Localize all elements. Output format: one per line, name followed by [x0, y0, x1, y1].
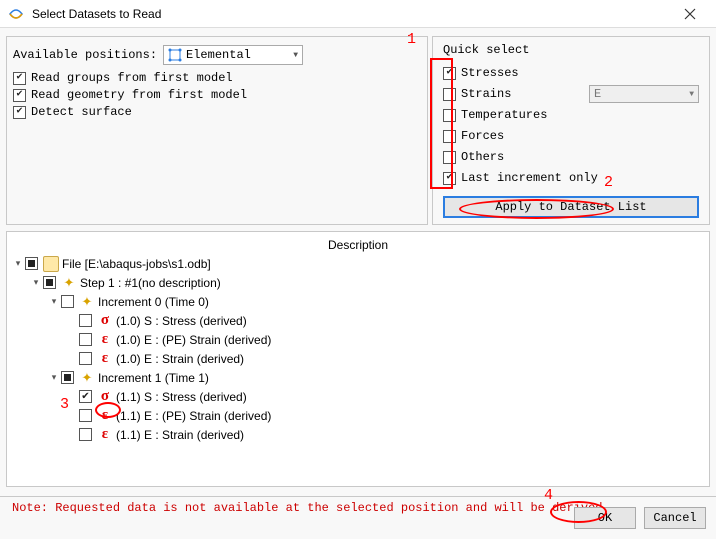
quick-select-label: Last increment only: [461, 171, 699, 185]
tree-checkbox[interactable]: [79, 333, 92, 346]
tree-row[interactable]: σ(1.1) S : Stress (derived): [7, 387, 709, 406]
options-panel: Available positions: Elemental ▼ Read gr…: [6, 36, 428, 225]
epsilon-icon: ε: [97, 408, 113, 424]
epsilon-icon: ε: [97, 427, 113, 443]
quick-select-row: Stresses: [443, 63, 699, 83]
step-icon: ✦: [79, 370, 95, 386]
derived-note: Note: Requested data is not available at…: [12, 501, 603, 515]
positions-label: Available positions:: [13, 48, 157, 62]
quick-select-row: Temperatures: [443, 105, 699, 125]
tree-label: (1.1) S : Stress (derived): [116, 390, 247, 404]
tree-label: Increment 0 (Time 0): [98, 295, 209, 309]
quick-select-checkbox[interactable]: [443, 88, 456, 101]
option-checkbox[interactable]: [13, 89, 26, 102]
strains-dropdown[interactable]: E▼: [589, 85, 699, 103]
tree-label: Step 1 : #1(no description): [80, 276, 221, 290]
elemental-icon: [168, 48, 182, 62]
positions-value: Elemental: [186, 48, 251, 62]
apply-dataset-button[interactable]: Apply to Dataset List: [443, 196, 699, 218]
tree-label: (1.1) E : Strain (derived): [116, 428, 244, 442]
titlebar: Select Datasets to Read: [0, 0, 716, 28]
tree-expand-icon[interactable]: ▾: [47, 296, 61, 307]
quick-select-label: Temperatures: [461, 108, 699, 122]
tree-label: File [E:\abaqus-jobs\s1.odb]: [62, 257, 211, 271]
tree-row[interactable]: ▾ ✦Step 1 : #1(no description): [7, 273, 709, 292]
quick-select-checkbox[interactable]: [443, 67, 456, 80]
tree-expand-icon[interactable]: ▾: [11, 258, 25, 269]
folder-icon: [43, 256, 59, 272]
apply-button-label: Apply to Dataset List: [495, 200, 646, 214]
tree-checkbox[interactable]: [79, 390, 92, 403]
tree-checkbox[interactable]: [79, 428, 92, 441]
cancel-button[interactable]: Cancel: [644, 507, 706, 529]
quick-select-row: Last increment only: [443, 168, 699, 188]
sigma-icon: σ: [97, 313, 113, 329]
option-checkbox[interactable]: [13, 72, 26, 85]
chevron-down-icon: ▼: [689, 90, 694, 99]
annotation-1: 1: [407, 31, 416, 48]
tree-row[interactable]: ε(1.0) E : (PE) Strain (derived): [7, 330, 709, 349]
quick-select-row: Others: [443, 147, 699, 167]
chevron-down-icon: ▼: [293, 51, 298, 60]
tree-label: (1.1) E : (PE) Strain (derived): [116, 409, 271, 423]
positions-dropdown[interactable]: Elemental ▼: [163, 45, 303, 65]
option-row: Read groups from first model: [13, 71, 421, 85]
option-label: Detect surface: [31, 105, 132, 119]
tree-header: Description: [7, 236, 709, 254]
quick-select-label: Forces: [461, 129, 699, 143]
quick-select-label: Others: [461, 150, 699, 164]
annotation-4: 4: [544, 487, 553, 504]
strains-dd-value: E: [594, 87, 601, 101]
tree-label: (1.0) S : Stress (derived): [116, 314, 247, 328]
tree-row[interactable]: σ(1.0) S : Stress (derived): [7, 311, 709, 330]
tree-row[interactable]: ▾ ✦Increment 0 (Time 0): [7, 292, 709, 311]
annotation-3: 3: [60, 396, 69, 413]
dataset-tree[interactable]: Description ▾ File [E:\abaqus-jobs\s1.odb…: [6, 231, 710, 487]
epsilon-icon: ε: [97, 351, 113, 367]
tree-checkbox[interactable]: [79, 314, 92, 327]
close-button[interactable]: [670, 2, 710, 26]
tree-checkbox[interactable]: [79, 409, 92, 422]
window-title: Select Datasets to Read: [32, 7, 161, 21]
tree-checkbox[interactable]: [43, 276, 56, 289]
tree-checkbox[interactable]: [25, 257, 38, 270]
tree-checkbox[interactable]: [61, 295, 74, 308]
quick-select-checkbox[interactable]: [443, 109, 456, 122]
tree-row[interactable]: ε(1.0) E : Strain (derived): [7, 349, 709, 368]
epsilon-icon: ε: [97, 332, 113, 348]
step-icon: ✦: [79, 294, 95, 310]
quick-select-panel: Quick select StressesStrainsE▼Temperatur…: [432, 36, 710, 225]
quick-select-label: Stresses: [461, 66, 699, 80]
tree-checkbox[interactable]: [61, 371, 74, 384]
option-label: Read geometry from first model: [31, 88, 247, 102]
quick-select-checkbox[interactable]: [443, 172, 456, 185]
tree-row[interactable]: ▾ ✦Increment 1 (Time 1): [7, 368, 709, 387]
option-row: Read geometry from first model: [13, 88, 421, 102]
separator: [0, 496, 716, 497]
option-row: Detect surface: [13, 105, 421, 119]
tree-label: Increment 1 (Time 1): [98, 371, 209, 385]
quick-select-label: Strains: [461, 87, 589, 101]
tree-checkbox[interactable]: [79, 352, 92, 365]
app-logo-icon: [8, 6, 24, 22]
sigma-icon: σ: [97, 389, 113, 405]
option-checkbox[interactable]: [13, 106, 26, 119]
tree-row[interactable]: ▾ File [E:\abaqus-jobs\s1.odb]: [7, 254, 709, 273]
quick-select-row: Forces: [443, 126, 699, 146]
quick-select-checkbox[interactable]: [443, 151, 456, 164]
quick-select-title: Quick select: [443, 43, 699, 57]
quick-select-checkbox[interactable]: [443, 130, 456, 143]
tree-label: (1.0) E : (PE) Strain (derived): [116, 333, 271, 347]
ok-button[interactable]: OK: [574, 507, 636, 529]
tree-row[interactable]: ε(1.1) E : Strain (derived): [7, 425, 709, 444]
tree-label: (1.0) E : Strain (derived): [116, 352, 244, 366]
quick-select-row: StrainsE▼: [443, 84, 699, 104]
option-label: Read groups from first model: [31, 71, 233, 85]
tree-row[interactable]: ε(1.1) E : (PE) Strain (derived): [7, 406, 709, 425]
step-icon: ✦: [61, 275, 77, 291]
tree-expand-icon[interactable]: ▾: [29, 277, 43, 288]
tree-expand-icon[interactable]: ▾: [47, 372, 61, 383]
annotation-2: 2: [604, 174, 613, 191]
